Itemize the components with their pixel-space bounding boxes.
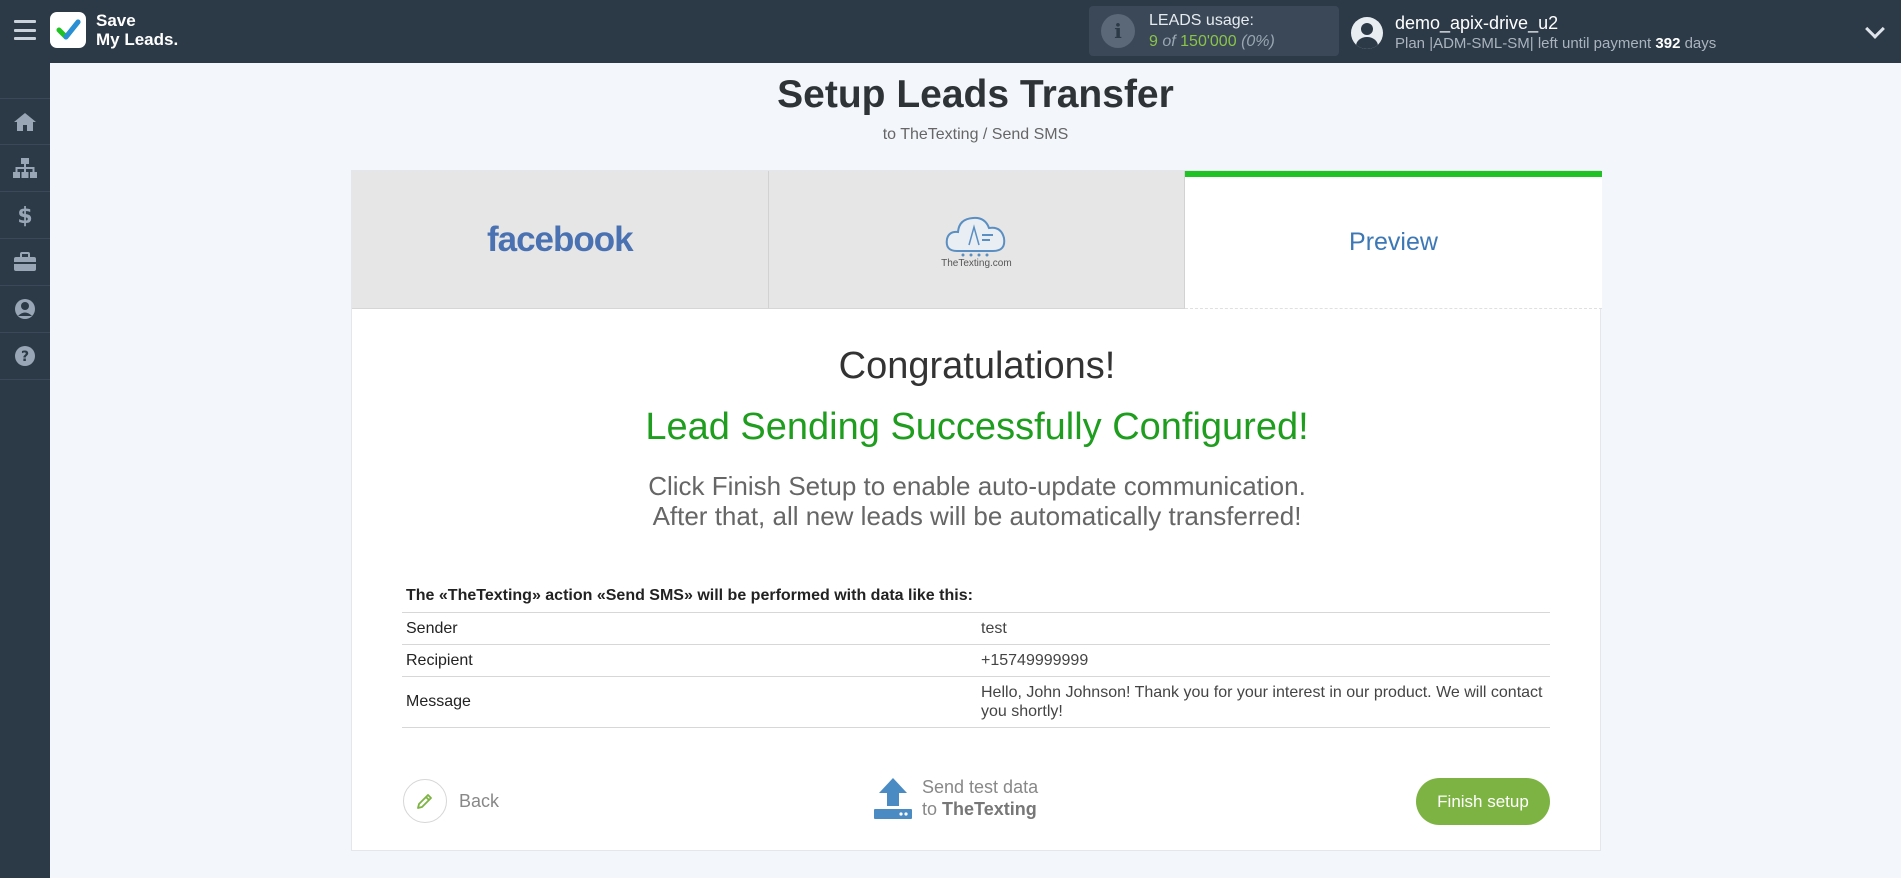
leads-usage: i LEADS usage: 9 of 150'000 (0%) bbox=[1089, 6, 1339, 56]
table-row: Message Hello, John Johnson! Thank you f… bbox=[402, 676, 1550, 728]
info-icon: i bbox=[1101, 14, 1135, 48]
tab-preview[interactable]: Preview bbox=[1185, 171, 1602, 309]
thetexting-logo: TheTexting.com bbox=[941, 211, 1012, 269]
usage-text: LEADS usage: 9 of 150'000 (0%) bbox=[1149, 12, 1275, 50]
user-name: demo_apix-drive_u2 bbox=[1395, 13, 1559, 33]
upload-icon bbox=[874, 778, 912, 819]
sidebar-item-account[interactable] bbox=[0, 286, 50, 333]
user-info: demo_apix-drive_u2 Plan |ADM-SML-SM| lef… bbox=[1395, 12, 1716, 53]
chevron-down-icon[interactable] bbox=[1865, 19, 1885, 39]
send-test-data-button[interactable]: Send test data to TheTexting bbox=[872, 776, 1038, 820]
logo-text: Save My Leads. bbox=[96, 11, 179, 49]
send-test-label: Send test data to TheTexting bbox=[922, 777, 1039, 819]
logo-check-icon bbox=[50, 12, 86, 48]
steps-tabs: facebook TheTexting.com Preview bbox=[352, 171, 1602, 309]
avatar bbox=[1351, 16, 1383, 49]
congrats-heading: Congratulations! bbox=[838, 345, 1116, 387]
success-message: Lead Sending Successfully Configured! bbox=[645, 406, 1309, 448]
facebook-logo: facebook bbox=[486, 219, 634, 259]
cloud-icon bbox=[946, 216, 1006, 256]
svg-text:?: ? bbox=[21, 349, 29, 365]
sitemap-icon bbox=[13, 158, 37, 178]
back-button[interactable]: Back bbox=[403, 779, 499, 823]
tab-facebook[interactable]: facebook bbox=[352, 171, 769, 309]
user-menu[interactable]: demo_apix-drive_u2 Plan |ADM-SML-SM| lef… bbox=[1351, 12, 1716, 53]
page-subtitle: to TheTexting / Send SMS bbox=[882, 126, 1069, 143]
page-title: Setup Leads Transfer bbox=[777, 73, 1174, 116]
table-row: Sender test bbox=[402, 612, 1550, 645]
sidebar: $ ? bbox=[0, 63, 50, 878]
svg-text:$: $ bbox=[17, 204, 32, 227]
help-icon: ? bbox=[15, 346, 35, 366]
app-logo[interactable]: Save My Leads. bbox=[50, 11, 178, 49]
sidebar-item-tools[interactable] bbox=[0, 239, 50, 286]
setup-card: facebook TheTexting.com Preview Congratu… bbox=[351, 170, 1602, 851]
user-icon bbox=[15, 299, 35, 319]
user-plan: Plan |ADM-SML-SM| left until payment 392… bbox=[1395, 35, 1717, 52]
data-table-title: The «TheTexting» action «Send SMS» will … bbox=[406, 587, 973, 604]
top-bar: Save My Leads. i LEADS usage: 9 of 150'0… bbox=[0, 0, 1901, 63]
dollar-icon: $ bbox=[17, 204, 32, 227]
sidebar-item-billing[interactable]: $ bbox=[0, 192, 50, 239]
briefcase-icon bbox=[14, 252, 36, 271]
sidebar-item-connections[interactable] bbox=[0, 145, 50, 192]
menu-icon[interactable] bbox=[14, 20, 36, 40]
tab-thetexting[interactable]: TheTexting.com bbox=[768, 171, 1186, 309]
pencil-icon bbox=[403, 779, 447, 823]
finish-setup-button[interactable]: Finish setup bbox=[1416, 778, 1550, 825]
sidebar-item-help[interactable]: ? bbox=[0, 333, 50, 380]
info-text: Click Finish Setup to enable auto-update… bbox=[648, 471, 1306, 531]
preview-data-table: Sender test Recipient +15749999999 Messa… bbox=[402, 612, 1550, 728]
table-row: Recipient +15749999999 bbox=[402, 644, 1550, 677]
